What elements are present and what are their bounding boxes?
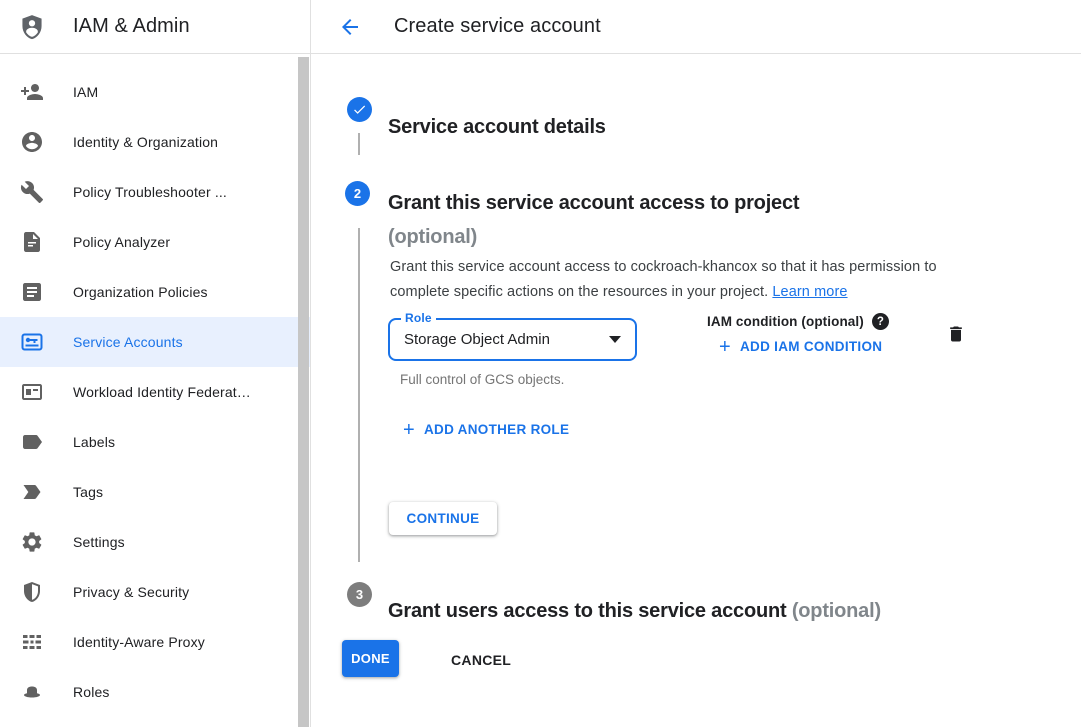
stepper-connector — [358, 133, 360, 155]
sidebar-item-policy-analyzer[interactable]: Policy Analyzer — [0, 217, 310, 267]
wrench-icon — [20, 180, 44, 204]
step2-title: Grant this service account access to pro… — [388, 186, 799, 254]
trash-icon — [946, 324, 966, 344]
sidebar-item-label: Policy Troubleshooter ... — [73, 184, 227, 200]
step2-optional-label: (optional) — [388, 220, 799, 254]
sidebar-scrollbar[interactable] — [298, 57, 309, 727]
page-header: Create service account — [311, 0, 1081, 53]
product-title: IAM & Admin — [73, 15, 190, 38]
sidebar-item-settings[interactable]: Settings — [0, 517, 310, 567]
sidebar-item-label: Service Accounts — [73, 334, 183, 350]
sidebar-item-iam[interactable]: IAM — [0, 67, 310, 117]
help-icon[interactable]: ? — [872, 313, 889, 330]
step2-number-badge: 2 — [345, 181, 370, 206]
role-select-group: Role Storage Object Admin Full control o… — [388, 318, 637, 387]
cancel-button[interactable]: CANCEL — [443, 648, 519, 672]
role-select-value: Storage Object Admin — [404, 331, 609, 348]
step2-title-text: Grant this service account access to pro… — [388, 186, 799, 220]
product-header: IAM & Admin — [0, 0, 311, 53]
sidebar-item-labels[interactable]: Labels — [0, 417, 310, 467]
step1-title: Service account details — [388, 116, 606, 139]
sidebar-item-roles[interactable]: Roles — [0, 667, 310, 717]
step3-optional-label: (optional) — [792, 600, 881, 622]
role-select-label: Role — [401, 311, 436, 325]
sidebar-nav: IAM Identity & Organization Policy Trouble… — [0, 54, 311, 727]
article-icon — [20, 280, 44, 304]
page-title: Create service account — [394, 15, 601, 38]
sidebar-item-organization-policies[interactable]: Organization Policies — [0, 267, 310, 317]
sidebar-item-identity-organization[interactable]: Identity & Organization — [0, 117, 310, 167]
iam-shield-logo-icon — [18, 12, 46, 42]
sidebar-item-label: Labels — [73, 434, 115, 450]
sidebar-item-label: Identity & Organization — [73, 134, 218, 150]
top-header: IAM & Admin Create service account — [0, 0, 1081, 54]
step3-title: Grant users access to this service accou… — [388, 600, 881, 623]
person-add-icon — [20, 80, 44, 104]
shield-half-icon — [20, 580, 44, 604]
step1-completed-check-icon — [347, 97, 372, 122]
step2-description: Grant this service account access to coc… — [390, 255, 990, 305]
sidebar-item-tags[interactable]: Tags — [0, 467, 310, 517]
sidebar-item-service-accounts[interactable]: Service Accounts — [0, 317, 310, 367]
learn-more-link[interactable]: Learn more — [772, 284, 847, 300]
roles-hat-icon — [20, 680, 44, 704]
back-arrow-icon[interactable] — [338, 15, 362, 39]
account-circle-icon — [20, 130, 44, 154]
sidebar-item-policy-troubleshooter[interactable]: Policy Troubleshooter ... — [0, 167, 310, 217]
sidebar-item-label: Workload Identity Federat… — [73, 384, 251, 400]
sidebar-item-label: Settings — [73, 534, 125, 550]
create-service-account-panel: Service account details 2 Grant this ser… — [311, 54, 1081, 727]
sidebar-item-privacy-security[interactable]: Privacy & Security — [0, 567, 310, 617]
sidebar-item-label: Organization Policies — [73, 284, 208, 300]
policy-analyzer-icon — [20, 230, 44, 254]
sidebar-item-label: Tags — [73, 484, 103, 500]
add-another-role-button[interactable]: + ADD ANOTHER ROLE — [403, 422, 569, 437]
step3-number-badge: 3 — [347, 582, 372, 607]
sidebar-item-label: Roles — [73, 684, 110, 700]
proxy-icon — [20, 630, 44, 654]
sidebar-item-label: Policy Analyzer — [73, 234, 170, 250]
dropdown-caret-icon — [609, 336, 621, 343]
add-iam-condition-button[interactable]: + ADD IAM CONDITION — [719, 339, 882, 354]
sidebar-item-identity-aware-proxy[interactable]: Identity-Aware Proxy — [0, 617, 310, 667]
stepper-connector — [358, 228, 360, 562]
sidebar-item-label: Privacy & Security — [73, 584, 189, 600]
sidebar-item-label: Identity-Aware Proxy — [73, 634, 205, 650]
card-icon — [20, 380, 44, 404]
sidebar-item-workload-identity-federat[interactable]: Workload Identity Federat… — [0, 367, 310, 417]
label-icon — [20, 430, 44, 454]
step2-description-text: Grant this service account access to coc… — [390, 259, 937, 300]
service-account-icon — [20, 330, 44, 354]
role-helper-text: Full control of GCS objects. — [400, 372, 637, 387]
done-button[interactable]: DONE — [342, 640, 399, 677]
plus-icon: + — [403, 423, 415, 437]
continue-button[interactable]: CONTINUE — [389, 502, 497, 535]
gear-icon — [20, 530, 44, 554]
plus-icon: + — [719, 340, 731, 354]
step3-title-text: Grant users access to this service accou… — [388, 600, 786, 622]
role-select[interactable]: Role Storage Object Admin — [388, 318, 637, 361]
iam-condition-label: IAM condition (optional) ? — [707, 313, 889, 330]
delete-role-button[interactable] — [941, 319, 971, 349]
tag-arrow-icon — [20, 480, 44, 504]
sidebar-item-label: IAM — [73, 84, 98, 100]
